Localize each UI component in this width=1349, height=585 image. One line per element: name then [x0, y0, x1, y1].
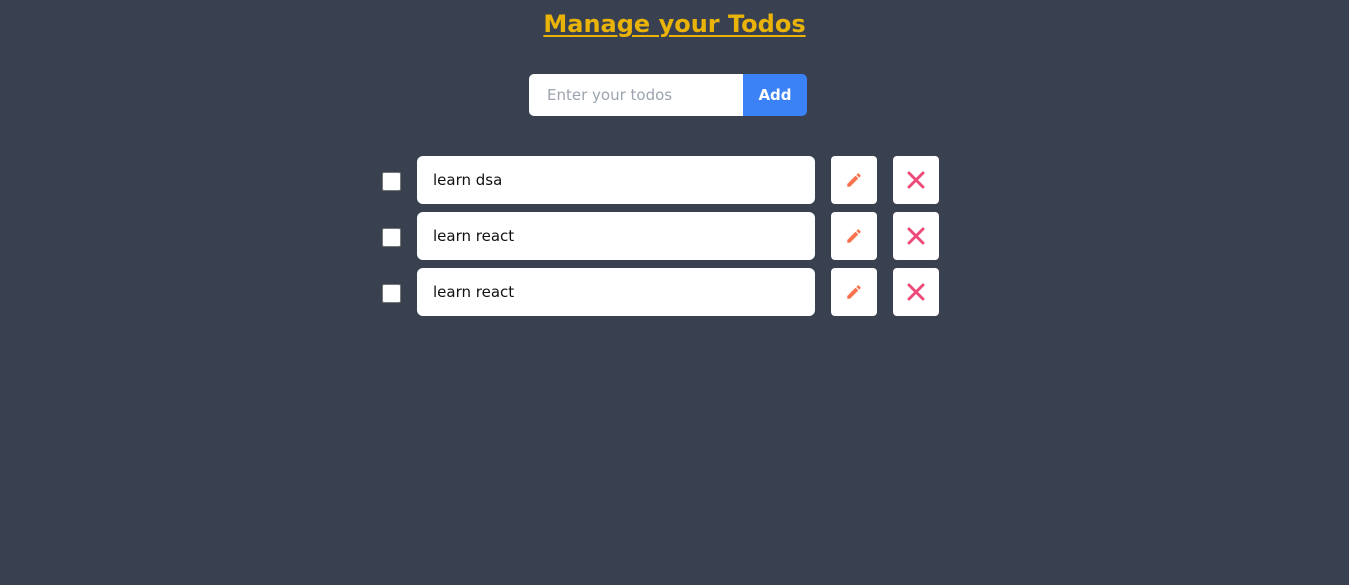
pencil-icon — [845, 283, 863, 301]
edit-button[interactable] — [831, 156, 877, 204]
pencil-icon — [845, 227, 863, 245]
todo-text[interactable]: learn dsa — [417, 156, 815, 204]
todo-checkbox[interactable] — [382, 172, 401, 191]
page-title: Manage your Todos — [543, 10, 806, 38]
close-icon — [907, 171, 925, 189]
delete-button[interactable] — [893, 156, 939, 204]
todo-checkbox[interactable] — [382, 284, 401, 303]
edit-button[interactable] — [831, 268, 877, 316]
todo-text[interactable]: learn react — [417, 268, 815, 316]
todo-input[interactable] — [529, 74, 743, 116]
add-button[interactable]: Add — [743, 74, 807, 116]
delete-button[interactable] — [893, 212, 939, 260]
delete-button[interactable] — [893, 268, 939, 316]
todo-checkbox[interactable] — [382, 228, 401, 247]
close-icon — [907, 283, 925, 301]
add-todo-form: Add — [529, 74, 807, 116]
pencil-icon — [845, 171, 863, 189]
close-icon — [907, 227, 925, 245]
todo-item: learn react — [380, 268, 940, 316]
edit-button[interactable] — [831, 212, 877, 260]
todo-text[interactable]: learn react — [417, 212, 815, 260]
todo-item: learn dsa — [380, 156, 940, 204]
todo-item: learn react — [380, 212, 940, 260]
todo-list: learn dsa learn react learn react — [380, 156, 940, 324]
